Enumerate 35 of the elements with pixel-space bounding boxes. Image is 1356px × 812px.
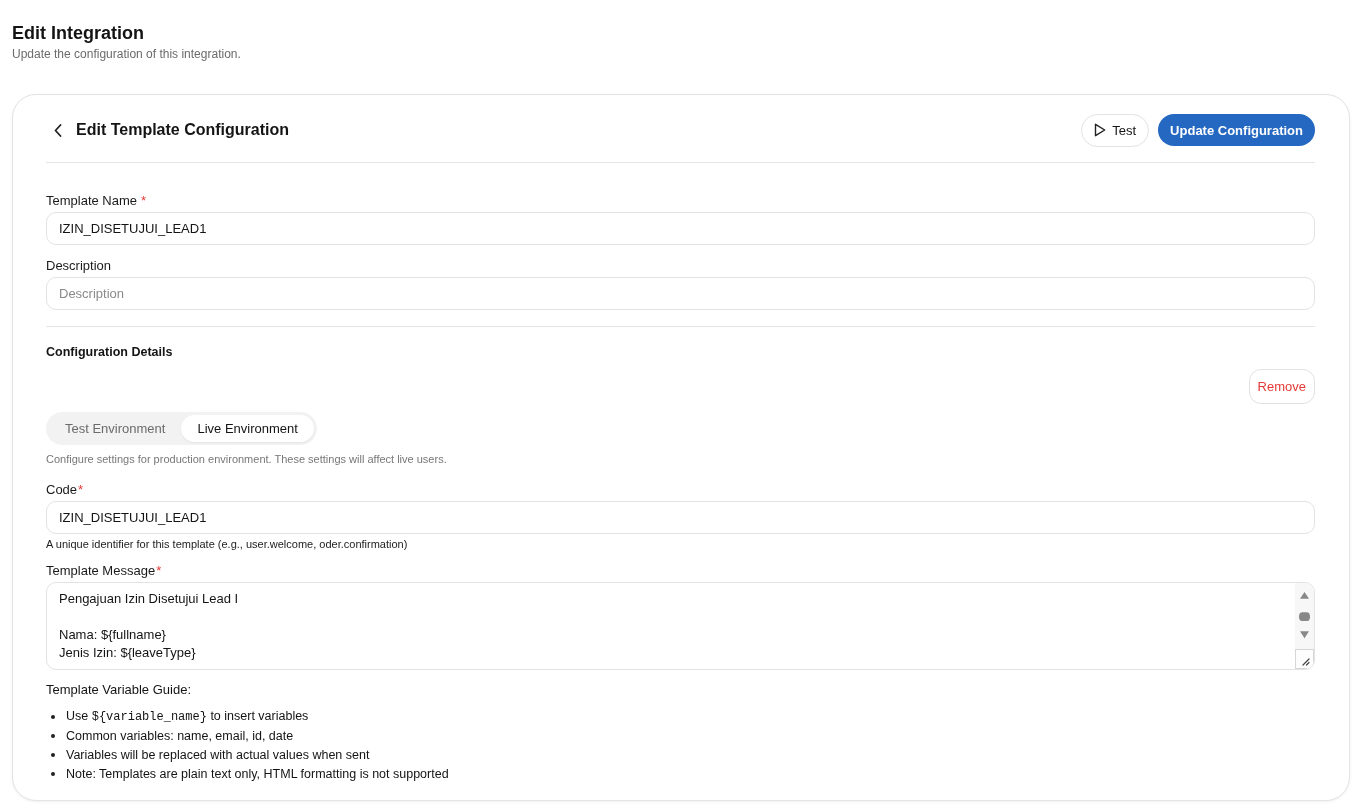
guide-item: Note: Templates are plain text only, HTML formatting is not supported	[66, 766, 449, 781]
guide-item: Common variables: name, email, id, date	[66, 728, 294, 743]
page-subtitle: Update the configuration of this integration.	[12, 46, 241, 62]
resize-handle-icon[interactable]	[1295, 649, 1314, 669]
required-mark: *	[78, 482, 84, 498]
update-button[interactable]: Update Configuration	[1158, 114, 1315, 146]
message-textarea[interactable]: Pengajuan Izin Disetujui Lead I Nama: ${fullname} Jenis Izin: ${leaveType}	[46, 582, 1315, 670]
text-input[interactable]: Description	[46, 277, 1315, 310]
card-title: Edit Template Configuration	[76, 121, 290, 139]
test-button[interactable]: Test	[1081, 113, 1150, 147]
required-mark: *	[141, 193, 147, 209]
page-title: Edit Integration	[12, 22, 144, 45]
required-mark: *	[156, 563, 162, 579]
code-input[interactable]: IZIN_DISETUJUI_LEAD1	[46, 501, 1315, 534]
field-label: Code	[46, 482, 78, 498]
guide-title: Template Variable Guide:	[46, 682, 191, 698]
bullet-icon	[51, 752, 55, 757]
field-label: Template Name	[46, 193, 138, 209]
environment-note: Configure settings for production environment. These settings will affect live users.	[46, 452, 447, 466]
bullet-icon	[51, 714, 55, 719]
remove-button[interactable]: Remove	[1248, 369, 1315, 404]
chevron-left-icon[interactable]	[54, 123, 62, 137]
bullet-icon	[51, 771, 55, 776]
scrollbar[interactable]	[1295, 583, 1314, 649]
field-hint: A unique identifier for this template (e.g., user.welcome, oder.confirmation)	[46, 537, 408, 551]
guide-item: Use ${variable_name} to insert variables	[66, 709, 309, 724]
section-title: Configuration Details	[46, 345, 173, 359]
environment-tab[interactable]: Test Environment	[49, 415, 182, 442]
text-input[interactable]: IZIN_DISETUJUI_LEAD1	[46, 212, 1315, 245]
field-label: Template Message	[46, 563, 156, 579]
bullet-icon	[51, 733, 55, 738]
field-label: Description	[46, 258, 112, 274]
guide-item: Variables will be replaced with actual values when sent	[66, 747, 370, 762]
environment-tab[interactable]: Live Environment	[181, 415, 314, 442]
play-icon	[1094, 123, 1107, 137]
